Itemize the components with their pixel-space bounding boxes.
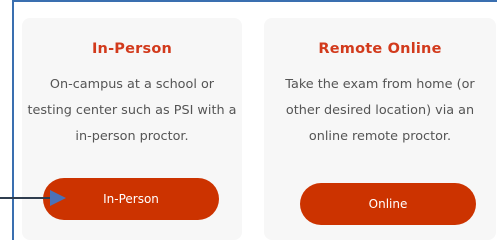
in-person-title: In-Person	[91, 41, 173, 57]
pointer-arrow-icon	[50, 190, 66, 206]
remote-online-title: Remote Online	[318, 41, 442, 57]
online-button[interactable]: Online	[300, 183, 476, 225]
description-line: testing center such as PSI with a	[27, 103, 237, 118]
description-line: in-person proctor.	[75, 129, 189, 144]
description-line: other desired location) via an	[285, 103, 475, 118]
in-person-description: On-campus at a school or testing center …	[14, 72, 250, 150]
description-line: online remote proctor.	[308, 129, 452, 144]
selection-frame-top	[12, 0, 497, 2]
pointer-arrow-line	[0, 197, 52, 199]
remote-online-card: Remote Online Take the exam from home (o…	[264, 18, 496, 240]
description-line: On-campus at a school or	[49, 77, 215, 92]
remote-online-description: Take the exam from home (or other desire…	[264, 72, 496, 150]
in-person-card: In-Person On-campus at a school or testi…	[22, 18, 242, 240]
description-line: Take the exam from home (or	[285, 77, 475, 92]
in-person-button[interactable]: In-Person	[43, 178, 219, 220]
